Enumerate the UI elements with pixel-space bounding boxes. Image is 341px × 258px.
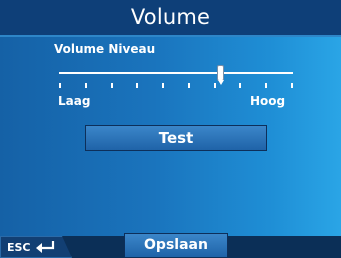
- slider-tick: [214, 83, 216, 88]
- return-arrow-icon: [36, 241, 55, 253]
- volume-low-label: Laag: [58, 94, 91, 108]
- volume-slider-track[interactable]: [59, 72, 293, 74]
- slider-tick: [291, 83, 293, 88]
- slider-tick: [136, 83, 138, 88]
- slider-tick: [265, 83, 267, 88]
- volume-slider-ticks: [59, 83, 293, 93]
- volume-slider-thumb[interactable]: [217, 65, 224, 85]
- test-button[interactable]: Test: [85, 125, 267, 151]
- volume-high-label: Hoog: [250, 94, 286, 108]
- save-button[interactable]: Opslaan: [124, 233, 228, 258]
- esc-button[interactable]: ESC: [0, 236, 72, 258]
- esc-label: ESC: [7, 241, 31, 254]
- page-title: Volume: [130, 5, 211, 29]
- slider-tick: [239, 83, 241, 88]
- slider-tick: [162, 83, 164, 88]
- slider-tick: [188, 83, 190, 88]
- slider-tick: [85, 83, 87, 88]
- volume-level-label: Volume Niveau: [54, 42, 156, 56]
- slider-tick: [59, 83, 61, 88]
- slider-tick: [111, 83, 113, 88]
- volume-screen: Volume Volume Niveau Laag Hoog Test ESC …: [0, 0, 341, 258]
- title-bar: Volume: [0, 0, 341, 37]
